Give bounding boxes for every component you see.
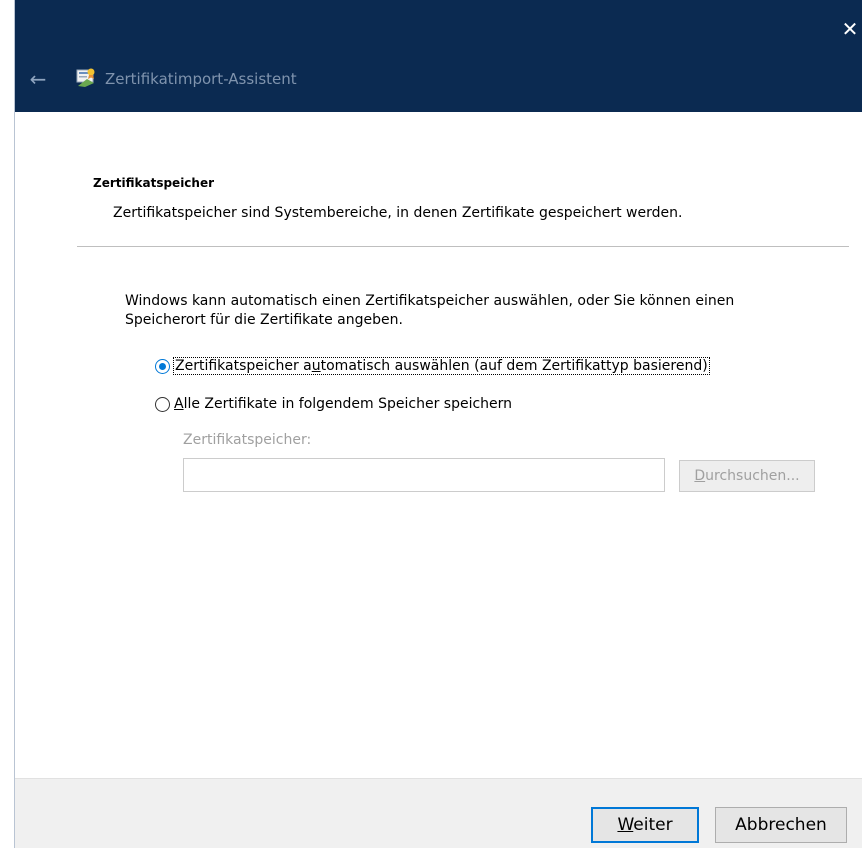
radio-automatic-label[interactable]: Zertifikatspeicher automatisch auswählen… xyxy=(173,357,710,375)
radio-automatic-store[interactable]: Zertifikatspeicher automatisch auswählen… xyxy=(155,355,710,377)
title-bar: ✕ ← Zertifikatimport-Assistent xyxy=(15,0,862,112)
radio-selected-icon[interactable] xyxy=(155,358,170,374)
header-divider xyxy=(77,246,849,247)
next-button[interactable]: Weiter xyxy=(591,807,699,843)
wizard-title: Zertifikatimport-Assistent xyxy=(105,70,297,88)
back-arrow-icon[interactable]: ← xyxy=(25,64,51,94)
radio-unselected-icon[interactable] xyxy=(155,396,170,412)
section-description: Zertifikatspeicher sind Systembereiche, … xyxy=(113,205,683,221)
cancel-button[interactable]: Abbrechen xyxy=(715,807,847,843)
browse-button[interactable]: Durchsuchen... xyxy=(679,460,815,492)
store-field-label: Zertifikatspeicher: xyxy=(183,432,312,448)
radio-specific-label[interactable]: Alle Zertifikate in folgendem Speicher s… xyxy=(174,396,512,412)
footer-bar: Weiter Abbrechen xyxy=(15,778,862,848)
intro-text: Windows kann automatisch einen Zertifika… xyxy=(125,293,735,328)
store-input[interactable] xyxy=(183,458,665,492)
wizard-window: ✕ ← Zertifikatimport-Assistent Zertifika… xyxy=(14,0,862,848)
certificate-wizard-icon xyxy=(76,68,95,87)
section-title: Zertifikatspeicher xyxy=(93,176,215,190)
radio-specific-store[interactable]: Alle Zertifikate in folgendem Speicher s… xyxy=(155,393,512,415)
close-icon[interactable]: ✕ xyxy=(837,8,862,50)
